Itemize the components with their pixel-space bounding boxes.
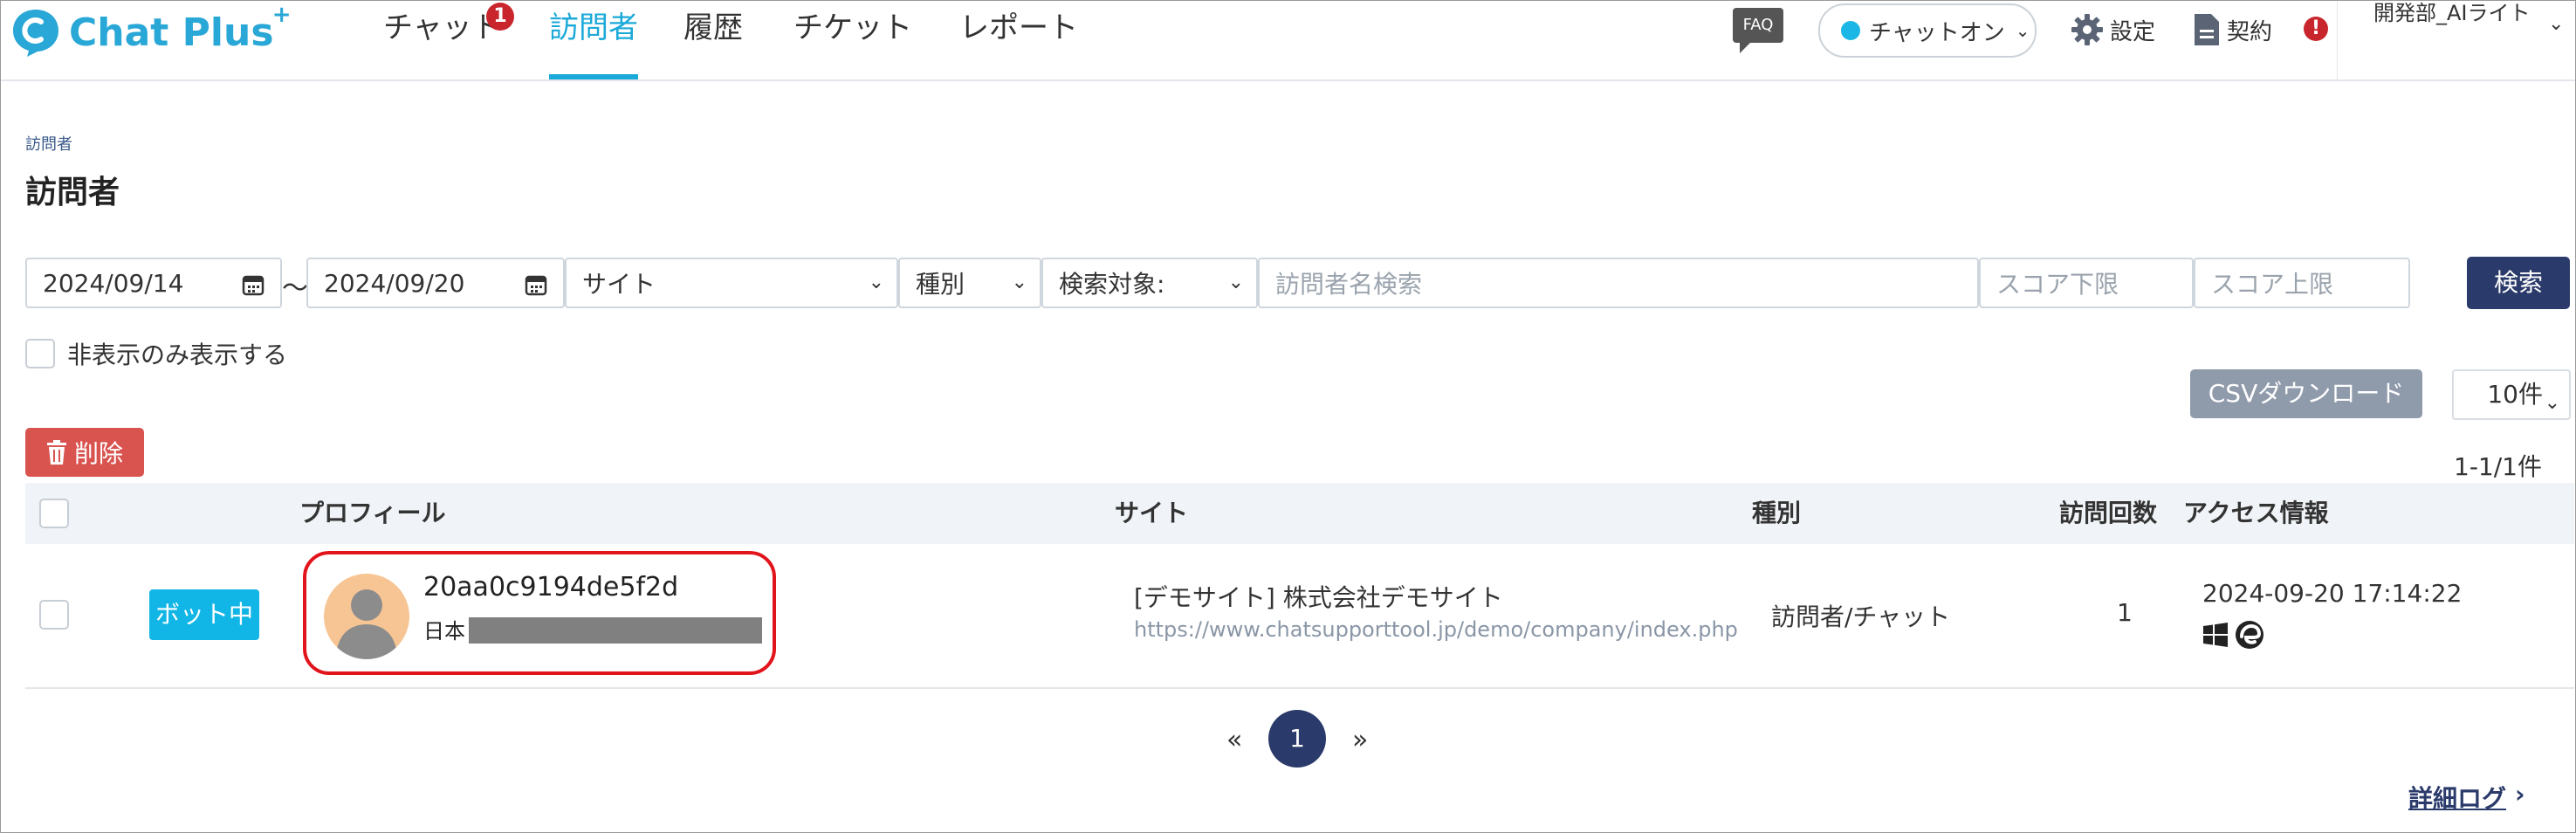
top-header: Chat Plus + チャット 1 訪問者 履歴 チケット レポート FAQ チ… [1, 1, 2575, 81]
site-select-value: サイト [582, 270, 656, 299]
gear-icon [2071, 14, 2103, 45]
faq-icon[interactable]: FAQ [1733, 8, 1783, 53]
nav-tickets[interactable]: チケット [793, 1, 912, 79]
chat-bubble-logo-icon [13, 10, 58, 57]
chat-status-dropdown[interactable]: チャットオン ⌄ [1818, 3, 2037, 58]
status-badge: ボット中 [149, 589, 259, 640]
chevron-down-icon: ⌄ [1227, 272, 1244, 293]
pagination-current-page[interactable]: 1 [1268, 710, 1326, 768]
nav-reports[interactable]: レポート [959, 1, 1078, 79]
chat-status-label: チャットオン [1869, 19, 2005, 46]
hidden-only-toggle[interactable]: 非表示のみ表示する [25, 336, 287, 371]
select-all-checkbox[interactable] [39, 499, 69, 528]
pagination-prev[interactable]: « [1226, 710, 1242, 771]
visit-count: 1 [2117, 598, 2133, 627]
site-select[interactable]: サイト ⌄ [565, 258, 898, 308]
edge-browser-icon [2236, 621, 2263, 649]
nav-history[interactable]: 履歴 [683, 1, 743, 79]
visitor-kind: 訪問者/チャット [1771, 602, 1951, 631]
contract-label: 契約 [2227, 18, 2273, 45]
alert-icon[interactable]: ! [2304, 17, 2328, 41]
avatar [324, 574, 409, 659]
profile-highlight[interactable]: 20aa0c9194de5f2d 日本 [303, 551, 776, 675]
date-range-separator: 〜 [282, 273, 308, 304]
access-device-icons [2202, 619, 2265, 651]
breadcrumb[interactable]: 訪問者 [25, 132, 72, 155]
nav-tickets-label: チケット [793, 10, 912, 45]
detail-log-link[interactable]: 詳細ログ [2408, 780, 2506, 815]
redacted-block [469, 617, 762, 644]
kind-select-value: 種別 [916, 270, 965, 299]
site-url[interactable]: https://www.chatsupporttool.jp/demo/comp… [1134, 617, 1750, 642]
col-access: アクセス情報 [2183, 499, 2329, 527]
table-header: プロフィール サイト 種別 訪問回数 アクセス情報 [25, 483, 2574, 544]
col-profile: プロフィール [299, 499, 446, 527]
page-title: 訪問者 [25, 175, 120, 210]
search-target-value: 検索対象: [1059, 270, 1165, 299]
score-max-input[interactable]: スコア上限 [2194, 258, 2410, 308]
settings-link[interactable]: 設定 [2070, 10, 2155, 50]
search-button[interactable]: 検索 [2467, 257, 2570, 309]
hidden-only-label: 非表示のみ表示する [67, 341, 288, 369]
logo-text: Chat Plus + [69, 1, 292, 55]
chevron-down-icon: ⌄ [2544, 392, 2560, 414]
calendar-icon[interactable] [242, 273, 264, 296]
calendar-icon[interactable] [525, 273, 547, 296]
nav-visitors[interactable]: 訪問者 [549, 1, 638, 79]
user-silhouette-icon [336, 589, 397, 659]
nav-reports-label: レポート [959, 10, 1078, 45]
visitor-id[interactable]: 20aa0c9194de5f2d [423, 572, 678, 602]
pagination-next[interactable]: » [1352, 710, 1368, 771]
chevron-down-icon: ⌄ [2015, 20, 2030, 41]
per-page-select[interactable]: 10件 ⌄ [2452, 369, 2571, 420]
hidden-only-checkbox[interactable] [25, 339, 55, 368]
col-site: サイト [1115, 499, 1189, 527]
delete-label: 削除 [73, 439, 123, 468]
chat-count-badge: 1 [486, 3, 514, 31]
delete-button[interactable]: 削除 [25, 428, 144, 477]
kind-select[interactable]: 種別 ⌄ [898, 258, 1041, 308]
header-divider [2337, 1, 2338, 79]
date-from-value: 2024/09/14 [43, 268, 184, 298]
pagination: « 1 » [1, 710, 2575, 771]
nav-history-label: 履歴 [683, 10, 743, 45]
date-to-value: 2024/09/20 [324, 268, 465, 298]
app-frame: Chat Plus + チャット 1 訪問者 履歴 チケット レポート FAQ チ… [0, 0, 2576, 833]
settings-label: 設定 [2110, 18, 2156, 45]
csv-download-button[interactable]: CSVダウンロード [2190, 369, 2422, 418]
nav-chat[interactable]: チャット 1 [383, 1, 514, 79]
result-count: 1-1/1件 [2454, 452, 2542, 481]
score-max-placeholder: スコア上限 [2211, 270, 2334, 299]
visitor-name-search-input[interactable]: 訪問者名検索 [1258, 258, 1979, 308]
chevron-right-icon[interactable]: › [2515, 780, 2525, 809]
site-name: [デモサイト] 株式会社デモサイト [1134, 583, 1503, 612]
nav-chat-label: チャット [383, 10, 502, 45]
contract-link[interactable]: 契約 [2192, 10, 2272, 50]
windows-icon [2203, 623, 2228, 647]
access-time: 2024-09-20 17:14:22 [2202, 579, 2463, 608]
user-menu[interactable]: 開発部_AIライト [2373, 1, 2539, 27]
search-target-select[interactable]: 検索対象: ⌄ [1041, 258, 1258, 308]
trash-icon [46, 440, 66, 465]
col-kind: 種別 [1752, 499, 1802, 527]
date-to-input[interactable]: 2024/09/20 [306, 258, 565, 308]
score-min-input[interactable]: スコア下限 [1979, 258, 2194, 308]
status-dot-icon [1841, 21, 1860, 40]
visitor-name-placeholder: 訪問者名検索 [1275, 270, 1423, 299]
chevron-down-icon: ⌄ [1011, 272, 1027, 293]
logo[interactable]: Chat Plus + [10, 1, 292, 59]
table-row[interactable]: ボット中 20aa0c9194de5f2d 日本 [デモサイト] 株式会社デモサ… [25, 544, 2574, 689]
per-page-value: 10件 [2487, 380, 2543, 409]
nav-visitors-label: 訪問者 [549, 10, 638, 45]
row-checkbox[interactable] [39, 600, 69, 630]
document-icon [2195, 14, 2219, 45]
chevron-down-icon: ⌄ [868, 272, 884, 293]
visitor-country: 日本 [423, 619, 465, 644]
date-from-input[interactable]: 2024/09/14 [25, 258, 282, 308]
chevron-down-icon[interactable]: ⌄ [2548, 13, 2564, 35]
col-visits: 訪問回数 [2059, 499, 2158, 527]
score-min-placeholder: スコア下限 [1996, 270, 2119, 299]
